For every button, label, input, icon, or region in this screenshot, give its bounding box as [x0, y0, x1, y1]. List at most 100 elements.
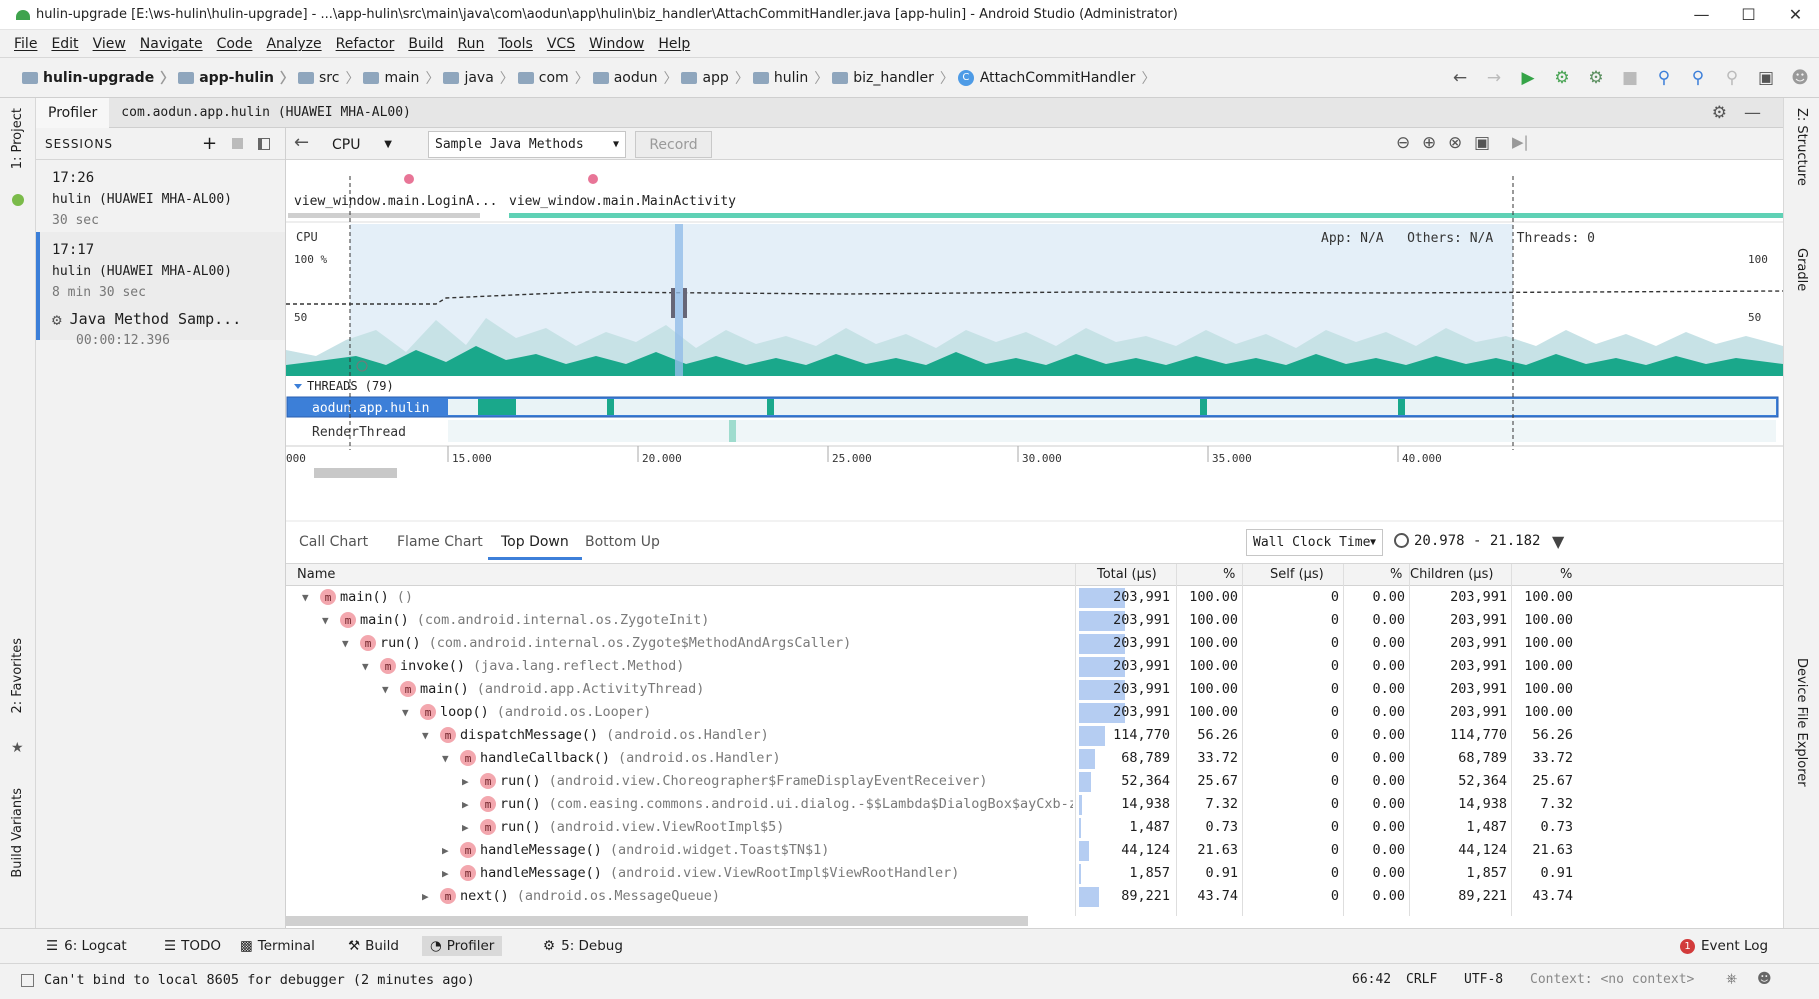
- table-row[interactable]: ▼ m main()() 203,991 100.00 0 0.00 203,991 100.0…: [286, 586, 1783, 609]
- menu-tools[interactable]: Tools: [491, 36, 540, 52]
- col-self-pct[interactable]: %: [1390, 567, 1402, 582]
- col-children[interactable]: Children (µs): [1410, 567, 1493, 582]
- menu-code[interactable]: Code: [210, 36, 260, 52]
- breadcrumb-main[interactable]: main 〉: [363, 68, 439, 88]
- device-process-tab[interactable]: com.aodun.app.hulin (HUAWEI MHA-AL00): [109, 98, 423, 128]
- selection-handle-left[interactable]: [671, 288, 675, 318]
- stop-icon[interactable]: ■: [1617, 65, 1643, 91]
- menu-help[interactable]: Help: [651, 36, 697, 52]
- table-row[interactable]: ▼ m main() (com.android.internal.os.ZygoteI…: [286, 609, 1783, 632]
- project-tool-tab[interactable]: 1: Project: [10, 108, 25, 169]
- terminal-tool-tab[interactable]: ▩ Terminal: [240, 938, 315, 954]
- menu-window[interactable]: Window: [582, 36, 651, 52]
- expand-arrow-icon[interactable]: ▶: [442, 844, 449, 857]
- expand-arrow-icon[interactable]: ▶: [462, 775, 469, 788]
- logcat-tool-tab[interactable]: ☰ 6: Logcat: [46, 938, 127, 954]
- collapse-arrow-icon[interactable]: ▼: [422, 729, 429, 742]
- selection-handle-right[interactable]: [683, 288, 687, 318]
- capture-item[interactable]: ⚙ Java Method Samp...: [52, 309, 285, 330]
- col-children-pct[interactable]: %: [1560, 567, 1572, 582]
- breadcrumb-class[interactable]: C AttachCommitHandler 〉: [957, 68, 1155, 88]
- collapse-arrow-icon[interactable]: ▼: [322, 614, 329, 627]
- collapse-arrow-icon[interactable]: ▼: [382, 683, 389, 696]
- back-arrow-icon[interactable]: ←: [294, 132, 309, 153]
- filter-icon[interactable]: ▼: [1552, 532, 1564, 551]
- gradle-tool-tab[interactable]: Gradle: [1794, 248, 1809, 291]
- session-item[interactable]: 17:26 hulin (HUAWEI MHA-AL00) 30 sec: [36, 160, 285, 232]
- close-button[interactable]: ✕: [1772, 0, 1819, 30]
- collapse-panel-icon[interactable]: [258, 137, 270, 150]
- avatar-icon[interactable]: ☻: [1787, 65, 1813, 91]
- clock-type-dropdown[interactable]: Wall Clock Time ▼: [1246, 529, 1383, 556]
- table-row[interactable]: ▶ m run() (android.view.Choreographer$Frame…: [286, 770, 1783, 793]
- tab-bottom-up[interactable]: Bottom Up: [585, 534, 660, 550]
- sdk-manager-icon[interactable]: ▣: [1753, 65, 1779, 91]
- debug-tool-tab[interactable]: ⚙ 5: Debug: [543, 938, 623, 954]
- tab-top-down[interactable]: Top Down: [488, 534, 582, 560]
- col-self[interactable]: Self (µs): [1270, 567, 1324, 582]
- monitor-dropdown[interactable]: CPU ▼: [326, 131, 398, 158]
- hide-panel-icon[interactable]: —: [1744, 103, 1761, 123]
- device-file-explorer-tool-tab[interactable]: Device File Explorer: [1794, 658, 1809, 787]
- breadcrumb-app[interactable]: app 〉: [681, 68, 749, 88]
- minimize-button[interactable]: —: [1678, 0, 1725, 30]
- profiler-tool-tab[interactable]: ◔ Profiler: [422, 936, 503, 956]
- menu-vcs[interactable]: VCS: [540, 36, 582, 52]
- menu-analyze[interactable]: Analyze: [259, 36, 328, 52]
- collapse-arrow-icon[interactable]: ▼: [402, 706, 409, 719]
- structure-tool-tab[interactable]: Z: Structure: [1794, 108, 1809, 186]
- collapse-arrow-icon[interactable]: ▼: [362, 660, 369, 673]
- run-icon[interactable]: ▶: [1515, 65, 1541, 91]
- breadcrumb-src[interactable]: src 〉: [298, 68, 359, 88]
- col-total[interactable]: Total (µs): [1097, 567, 1157, 582]
- collapse-arrow-icon[interactable]: ▼: [442, 752, 449, 765]
- context-indicator[interactable]: Context: <no context>: [1530, 972, 1694, 987]
- maximize-button[interactable]: ☐: [1725, 0, 1772, 30]
- col-total-pct[interactable]: %: [1223, 567, 1235, 582]
- session-item-selected[interactable]: 17:17 hulin (HUAWEI MHA-AL00) 8 min 30 s…: [36, 232, 285, 348]
- forward-arrow-icon[interactable]: →: [1481, 65, 1507, 91]
- event-log-tool-tab[interactable]: 1 Event Log: [1680, 938, 1768, 954]
- table-row[interactable]: ▼ m invoke() (java.lang.reflect.Method) 203,…: [286, 655, 1783, 678]
- build-variants-tool-tab[interactable]: Build Variants: [10, 788, 25, 878]
- menu-file[interactable]: File: [7, 36, 44, 52]
- expand-arrow-icon[interactable]: ▶: [462, 798, 469, 811]
- table-row[interactable]: ▶ m run() (android.view.ViewRootImpl$5) 1,48…: [286, 816, 1783, 839]
- menu-edit[interactable]: Edit: [44, 36, 85, 52]
- go-live-icon[interactable]: ▶|: [1512, 133, 1529, 151]
- record-button[interactable]: Record: [635, 131, 712, 158]
- table-row[interactable]: ▼ m main() (android.app.ActivityThread) 203,…: [286, 678, 1783, 701]
- breadcrumb-project[interactable]: hulin-upgrade 〉: [22, 68, 174, 88]
- menu-run[interactable]: Run: [451, 36, 492, 52]
- horizontal-scrollbar[interactable]: [286, 916, 1028, 926]
- table-row[interactable]: ▶ m handleMessage() (android.widget.Toast$T…: [286, 839, 1783, 862]
- col-name[interactable]: Name: [297, 567, 335, 582]
- settings-gear-icon[interactable]: ⚙: [1712, 103, 1727, 123]
- table-row[interactable]: ▼ m loop() (android.os.Looper) 203,991 100.00…: [286, 701, 1783, 724]
- table-row[interactable]: ▶ m next() (android.os.MessageQueue) 89,221 4…: [286, 885, 1783, 908]
- table-row[interactable]: ▶ m run() (com.easing.commons.android.ui.di…: [286, 793, 1783, 816]
- menu-navigate[interactable]: Navigate: [133, 36, 210, 52]
- table-row[interactable]: ▶ m handleMessage() (android.view.ViewRootI…: [286, 862, 1783, 885]
- breadcrumb-hulin[interactable]: hulin 〉: [752, 68, 828, 88]
- zoom-in-icon[interactable]: ⊕: [1422, 133, 1436, 153]
- breadcrumb-biz-handler[interactable]: biz_handler 〉: [832, 68, 954, 88]
- expand-arrow-icon[interactable]: ▶: [462, 821, 469, 834]
- search-icon[interactable]: ⚲: [1651, 65, 1677, 91]
- favorites-tool-tab[interactable]: 2: Favorites: [10, 638, 25, 714]
- table-row[interactable]: ▼ m handleCallback() (android.os.Handler) 68…: [286, 747, 1783, 770]
- tab-flame-chart[interactable]: Flame Chart: [397, 534, 483, 550]
- line-separator[interactable]: CRLF: [1406, 972, 1437, 987]
- build-tool-tab[interactable]: ⚒ Build: [348, 938, 399, 954]
- table-row[interactable]: ▼ m dispatchMessage() (android.os.Handler) 1…: [286, 724, 1783, 747]
- zoom-to-selection-icon[interactable]: ▣: [1474, 133, 1490, 153]
- stop-session-icon[interactable]: [232, 138, 243, 149]
- profiler-tab[interactable]: Profiler: [36, 97, 110, 128]
- back-arrow-icon[interactable]: ←: [1447, 65, 1473, 91]
- attach-debugger-icon[interactable]: ⚙: [1583, 65, 1609, 91]
- config-dropdown[interactable]: Sample Java Methods ▼: [428, 131, 626, 158]
- collapse-arrow-icon[interactable]: ▼: [342, 637, 349, 650]
- reset-zoom-icon[interactable]: ⊗: [1448, 133, 1462, 153]
- hector-icon[interactable]: ☻: [1757, 971, 1772, 987]
- breadcrumb-java[interactable]: java 〉: [443, 68, 514, 88]
